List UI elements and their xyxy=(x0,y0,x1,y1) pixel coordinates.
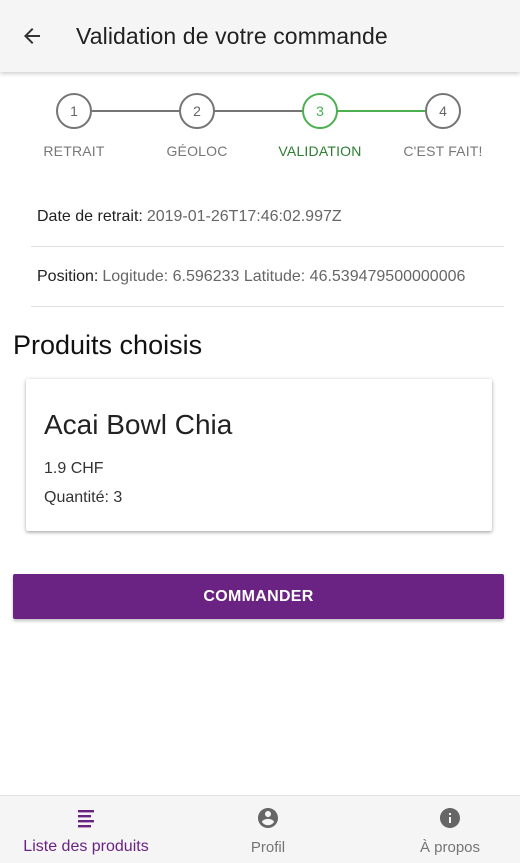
product-quantity: Quantité: 3 xyxy=(44,489,123,506)
step-number: 3 xyxy=(302,93,338,129)
step-retrait[interactable]: 1 RETRAIT xyxy=(14,90,134,159)
step-done[interactable]: 4 C'EST FAIT! xyxy=(383,90,503,159)
nav-item-products[interactable]: Liste des produits xyxy=(0,796,172,863)
step-label: C'EST FAIT! xyxy=(403,143,483,159)
nav-label: Profil xyxy=(250,839,286,856)
back-button[interactable] xyxy=(12,16,52,56)
product-price: 1.9 CHF xyxy=(44,460,104,477)
arrow-back-icon xyxy=(24,28,40,44)
step-label: VALIDATION xyxy=(278,143,362,159)
nav-label: Liste des produits xyxy=(23,838,149,855)
position-value: Logitude: 6.596233 Latitude: 46.53947950… xyxy=(102,267,466,285)
pickup-date-label: Date de retrait: xyxy=(37,207,143,225)
list-icon xyxy=(78,810,94,828)
products-section-title: Produits choisis xyxy=(13,330,203,360)
order-stepper: 1 RETRAIT 2 GÉOLOC 3 VALIDATION 4 C'EST … xyxy=(0,90,520,170)
account-circle-icon xyxy=(258,808,278,828)
product-name: Acai Bowl Chia xyxy=(44,409,233,440)
page-title: Validation de votre commande xyxy=(76,22,388,49)
step-label: RETRAIT xyxy=(43,143,105,159)
step-number: 1 xyxy=(56,93,92,129)
app-bar: Validation de votre commande xyxy=(0,0,520,72)
position-label: Position: xyxy=(37,267,99,285)
pickup-date-row: Date de retrait: 2019-01-26T17:46:02.997… xyxy=(31,187,504,247)
info-icon xyxy=(440,808,460,828)
step-geoloc[interactable]: 2 GÉOLOC xyxy=(137,90,257,159)
bottom-navigation: Liste des produits Profil À propos xyxy=(0,795,520,863)
nav-item-profile[interactable]: Profil xyxy=(182,796,354,863)
step-number: 2 xyxy=(179,93,215,129)
pickup-date-value: 2019-01-26T17:46:02.997Z xyxy=(146,207,342,225)
order-button[interactable]: COMMANDER xyxy=(13,574,504,619)
position-row: Position: Logitude: 6.596233 Latitude: 4… xyxy=(31,247,504,307)
product-card: Acai Bowl Chia 1.9 CHF Quantité: 3 xyxy=(26,379,492,531)
step-number: 4 xyxy=(425,93,461,129)
nav-item-about[interactable]: À propos xyxy=(364,796,520,863)
step-validation[interactable]: 3 VALIDATION xyxy=(260,90,380,159)
nav-label: À propos xyxy=(419,839,481,856)
step-label: GÉOLOC xyxy=(166,143,228,159)
